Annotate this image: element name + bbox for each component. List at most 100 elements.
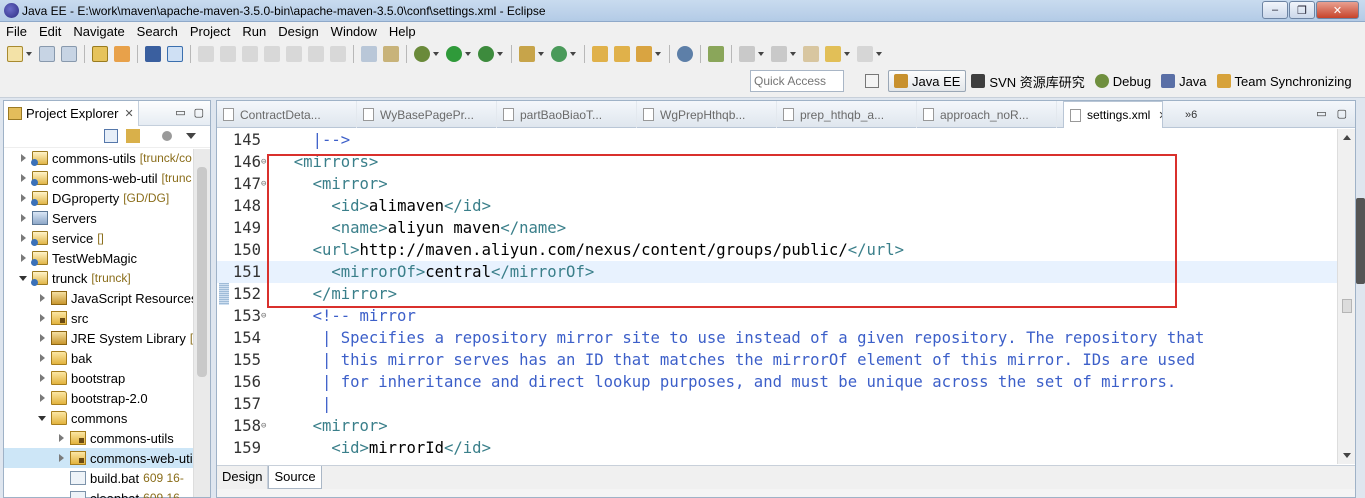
menu-edit[interactable]: Edit xyxy=(33,22,67,42)
tab-design[interactable]: Design xyxy=(217,466,269,489)
chevron-right-icon[interactable] xyxy=(18,253,28,263)
menu-window[interactable]: Window xyxy=(325,22,383,42)
open-perspective-button[interactable] xyxy=(860,70,888,92)
tree-item[interactable]: commons xyxy=(4,408,210,428)
chevron-right-icon[interactable] xyxy=(37,353,47,363)
chevron-right-icon[interactable] xyxy=(37,313,47,323)
last-edit-icon[interactable] xyxy=(803,46,819,62)
new-icon[interactable] xyxy=(7,46,23,62)
new-java-package-icon[interactable] xyxy=(519,46,535,62)
menu-help[interactable]: Help xyxy=(383,22,422,42)
perspective-debug[interactable]: Debug xyxy=(1090,70,1156,92)
view-menu-icon[interactable] xyxy=(186,133,196,139)
minimize-view-button[interactable]: ▭ xyxy=(175,106,185,119)
tab-overflow-button[interactable]: »6 xyxy=(1185,101,1209,128)
tree-item[interactable]: JavaScript Resources xyxy=(4,288,210,308)
package-dropdown-icon[interactable] xyxy=(538,46,545,62)
back-icon[interactable] xyxy=(825,46,841,62)
back-dropdown-icon[interactable] xyxy=(844,46,851,62)
debug-dropdown-icon[interactable] xyxy=(433,46,440,62)
maximize-view-button[interactable]: ▢ xyxy=(194,106,204,119)
minimize-button[interactable]: – xyxy=(1262,1,1288,19)
skip-breakpoints-icon[interactable] xyxy=(167,46,183,62)
perspective-java[interactable]: Java xyxy=(1156,70,1211,92)
tab-source[interactable]: Source xyxy=(268,466,322,489)
editor-tab[interactable]: settings.xml ✕ xyxy=(1063,101,1163,128)
editor-tab[interactable]: WyBasePagePr... xyxy=(357,101,497,128)
chevron-down-icon[interactable] xyxy=(18,273,28,283)
tree-item[interactable]: bootstrap xyxy=(4,368,210,388)
new-dropdown-icon[interactable] xyxy=(26,46,33,62)
close-icon[interactable]: ✕ xyxy=(124,107,133,120)
fold-toggle-icon[interactable]: ⊖ xyxy=(261,305,269,327)
tree-item[interactable]: bak xyxy=(4,348,210,368)
annotation-icon[interactable] xyxy=(708,46,724,62)
editor-tab[interactable]: prep_hthqb_a... xyxy=(777,101,917,128)
editor-horizontal-scrollbar[interactable] xyxy=(217,489,1355,497)
tree-item[interactable]: JRE System Library[ja xyxy=(4,328,210,348)
explorer-scrollbar[interactable] xyxy=(193,149,210,497)
view-menu-options-icon[interactable] xyxy=(162,131,172,141)
edit-icon[interactable] xyxy=(114,46,130,62)
chevron-right-icon[interactable] xyxy=(37,373,47,383)
tree-item[interactable]: service[] xyxy=(4,228,210,248)
menu-project[interactable]: Project xyxy=(184,22,236,42)
tab-project-explorer[interactable]: Project Explorer ✕ xyxy=(4,101,139,126)
forward-icon[interactable] xyxy=(857,46,873,62)
chevron-right-icon[interactable] xyxy=(18,213,28,223)
chevron-right-icon[interactable] xyxy=(37,333,47,343)
close-icon[interactable]: ✕ xyxy=(1158,109,1162,122)
fold-toggle-icon[interactable]: ⊖ xyxy=(261,151,269,173)
chevron-right-icon[interactable] xyxy=(56,453,66,463)
minimize-editor-button[interactable]: ▭ xyxy=(1316,107,1326,120)
wizard-icon[interactable] xyxy=(361,46,377,62)
perspective-svn[interactable]: SVN 资源库研究 xyxy=(966,70,1089,92)
editor-scrollbar-thumb[interactable] xyxy=(1342,299,1352,313)
next-annotation-dropdown-icon[interactable] xyxy=(758,46,765,62)
quick-access-input[interactable] xyxy=(750,70,844,92)
xml-source-editor[interactable]: 145 |--> 146 ⊖ <mirrors> 147 ⊖ <mirror> 148 <… xyxy=(217,129,1337,464)
perspective-team-sync[interactable]: Team Synchronizing xyxy=(1212,70,1357,92)
next-annotation-icon[interactable] xyxy=(739,46,755,62)
editor-tab[interactable]: partBaoBiaoT... xyxy=(497,101,637,128)
tree-item[interactable]: trunck [trunck] xyxy=(4,268,210,288)
run-external-icon[interactable] xyxy=(478,46,494,62)
run-dropdown-icon[interactable] xyxy=(465,46,472,62)
scroll-up-icon[interactable] xyxy=(1343,135,1351,140)
tree-item[interactable]: build.bat 609 16- xyxy=(4,468,210,488)
tree-item[interactable]: commons-utils [trunck/co xyxy=(4,148,210,168)
open-task-icon[interactable] xyxy=(614,46,630,62)
forward-dropdown-icon[interactable] xyxy=(876,46,883,62)
class-dropdown-icon[interactable] xyxy=(570,46,577,62)
side-panel-handle[interactable] xyxy=(1356,198,1365,284)
editor-tab[interactable]: WgPrepHthqb... xyxy=(637,101,777,128)
tree-item[interactable]: commons-web-util [trunc xyxy=(4,168,210,188)
close-window-button[interactable]: ✕ xyxy=(1316,1,1359,19)
menu-search[interactable]: Search xyxy=(131,22,184,42)
search-dropdown-icon[interactable] xyxy=(655,46,662,62)
tree-item[interactable]: DGproperty [GD/DG] xyxy=(4,188,210,208)
chevron-right-icon[interactable] xyxy=(18,233,28,243)
run-external-dropdown-icon[interactable] xyxy=(497,46,504,62)
run-icon[interactable] xyxy=(446,46,462,62)
fold-toggle-icon[interactable]: ⊖ xyxy=(261,415,269,437)
explorer-scrollbar-thumb[interactable] xyxy=(197,167,207,377)
prev-annotation-icon[interactable] xyxy=(771,46,787,62)
new-java-class-icon[interactable] xyxy=(551,46,567,62)
tree-item[interactable]: src xyxy=(4,308,210,328)
search-icon[interactable] xyxy=(636,46,652,62)
menu-run[interactable]: Run xyxy=(236,22,272,42)
console-icon[interactable] xyxy=(145,46,161,62)
editor-vertical-scrollbar[interactable] xyxy=(1337,129,1355,464)
perspective-java-ee[interactable]: Java EE xyxy=(888,70,967,92)
chevron-down-icon[interactable] xyxy=(37,413,47,423)
tree-item[interactable]: commons-web-uti xyxy=(4,448,210,468)
tree-item[interactable]: Servers xyxy=(4,208,210,228)
save-icon[interactable] xyxy=(39,46,55,62)
tree-item[interactable]: TestWebMagic xyxy=(4,248,210,268)
build-icon[interactable] xyxy=(92,46,108,62)
globe-icon[interactable] xyxy=(677,46,693,62)
restore-button[interactable]: ❐ xyxy=(1289,1,1315,19)
open-type-icon[interactable] xyxy=(592,46,608,62)
editor-tab[interactable]: approach_noR... xyxy=(917,101,1057,128)
